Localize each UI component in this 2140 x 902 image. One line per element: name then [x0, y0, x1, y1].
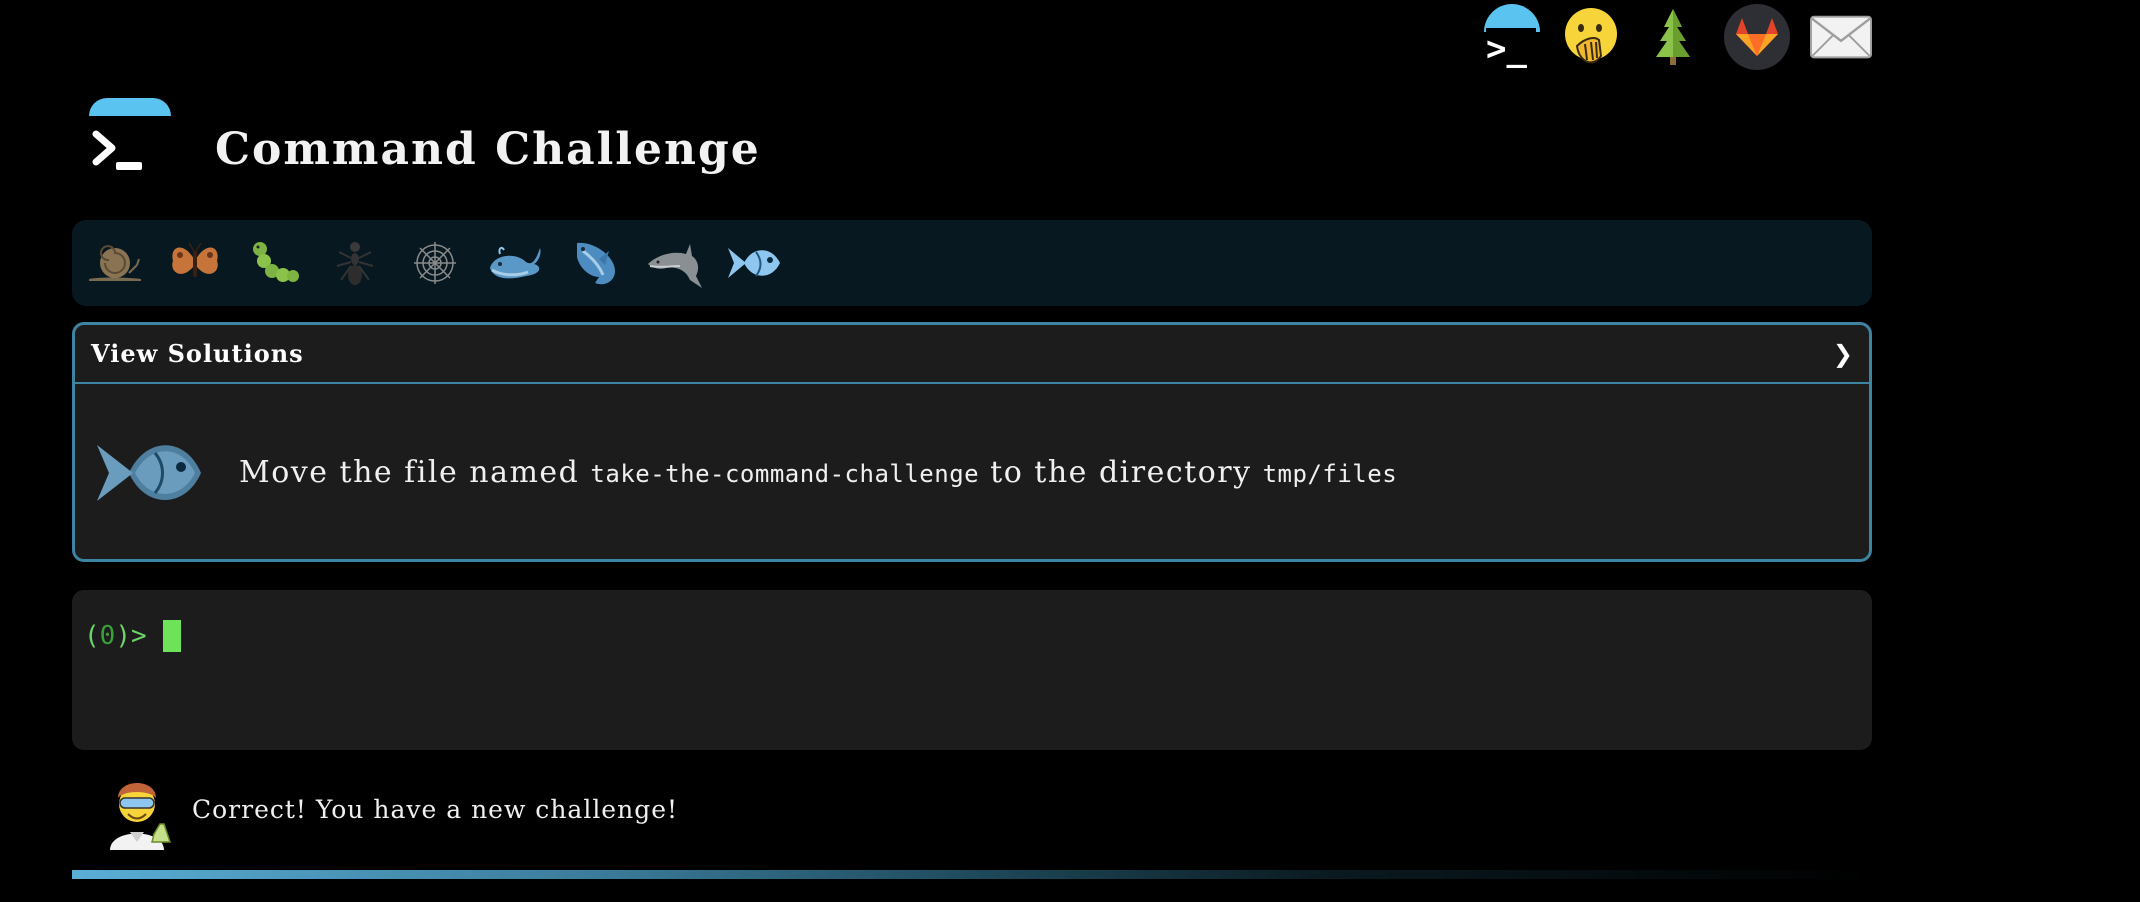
terminal-prompt-icon	[92, 130, 142, 170]
challenge-body: Move the file named take-the-command-cha…	[75, 384, 1869, 559]
snail-icon[interactable]	[86, 234, 144, 292]
feedback-message: Correct! You have a new challenge!	[192, 794, 679, 824]
fish-icon	[97, 445, 201, 501]
shark-icon[interactable]	[566, 234, 624, 292]
caterpillar-icon[interactable]	[246, 234, 304, 292]
email-icon[interactable]	[1810, 4, 1872, 70]
spider-web-icon[interactable]	[406, 234, 464, 292]
chevron-right-icon: ❯	[1832, 339, 1853, 368]
scientist-avatar-icon	[110, 783, 172, 850]
gitlab-icon[interactable]	[1724, 4, 1790, 70]
terminal-icon[interactable]: >_	[1478, 4, 1540, 70]
challenge-directory: tmp/files	[1262, 459, 1398, 488]
tree-icon[interactable]	[1642, 4, 1704, 70]
view-solutions-label: View Solutions	[91, 339, 304, 368]
terminal-prompt: (0)>	[84, 620, 1860, 652]
challenge-middle: to the directory	[979, 454, 1263, 490]
challenge-text: Move the file named take-the-command-cha…	[239, 455, 1397, 490]
progress-fill	[72, 870, 1872, 879]
progress-bar	[72, 870, 1872, 879]
app-logo[interactable]	[88, 98, 172, 190]
prompt-close: )>	[115, 621, 147, 651]
challenge-panel: View Solutions ❯ Move the file named tak…	[72, 322, 1872, 562]
view-solutions-toggle[interactable]: View Solutions ❯	[75, 325, 1869, 384]
hand-over-mouth-emoji-icon[interactable]	[1560, 4, 1622, 70]
prompt-open: (	[84, 621, 100, 651]
challenge-prefix: Move the file named	[239, 454, 591, 490]
whale-icon[interactable]	[486, 234, 544, 292]
butterfly-icon[interactable]	[166, 234, 224, 292]
fish-icon[interactable]	[726, 234, 784, 292]
level-strip	[72, 220, 1872, 306]
terminal-cursor	[162, 620, 181, 652]
feedback: Correct! You have a new challenge!	[100, 768, 678, 850]
terminal-glyph: >_	[1486, 28, 1536, 70]
ant-icon[interactable]	[326, 234, 384, 292]
challenge-filename: take-the-command-challenge	[590, 459, 980, 488]
prompt-count: 0	[99, 621, 116, 651]
dolphin-icon[interactable]	[646, 234, 704, 292]
top-nav: >_	[1478, 4, 1872, 70]
terminal-input[interactable]: (0)>	[72, 590, 1872, 750]
page-title: Command Challenge	[215, 124, 761, 175]
